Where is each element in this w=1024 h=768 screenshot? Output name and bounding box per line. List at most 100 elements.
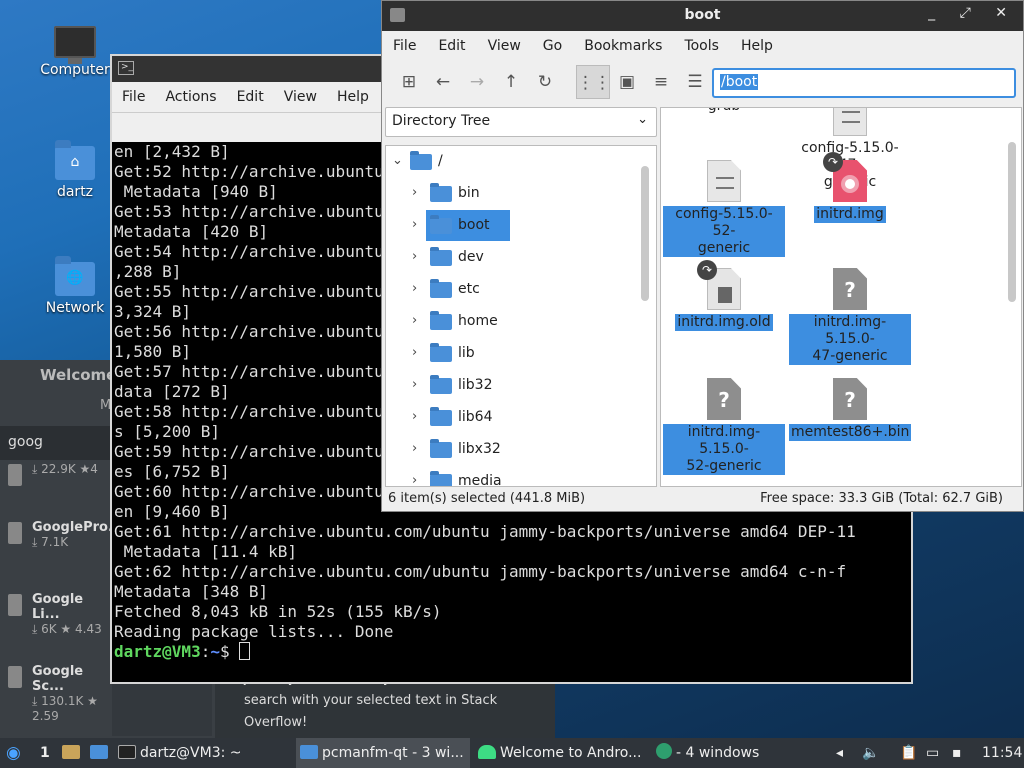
unknown-file-icon: ?	[707, 378, 741, 420]
reload-icon[interactable]: ↻	[528, 65, 562, 99]
volume-icon[interactable]: 🔈	[862, 738, 879, 768]
new-tab-icon[interactable]: ⊞	[392, 65, 426, 99]
list-item[interactable]: GooglePro... ⤓ 7.1K	[8, 520, 123, 550]
menu-view[interactable]: View	[477, 38, 532, 54]
file-manager-window[interactable]: boot _ ⤢ ✕ File Edit View Go Bookmarks T…	[381, 0, 1024, 512]
menu-view[interactable]: View	[274, 89, 327, 105]
chevron-right-icon[interactable]: ›	[412, 217, 417, 232]
package-icon	[8, 594, 22, 616]
tree-item[interactable]: › bin	[386, 178, 641, 210]
file-item[interactable]: ? initrd.img-5.15.0- 47-generic	[789, 268, 911, 365]
menu-help[interactable]: Help	[327, 89, 379, 105]
terminal-cursor	[239, 642, 251, 660]
tray-arrow-icon[interactable]: ◂	[836, 738, 843, 768]
menu-help[interactable]: Help	[730, 38, 784, 54]
path-input[interactable]: /boot	[712, 68, 1016, 98]
fm-titlebar[interactable]: boot _ ⤢ ✕	[382, 1, 1023, 31]
tree-item-label: dev	[458, 249, 484, 265]
menu-file[interactable]: File	[382, 38, 427, 54]
up-icon[interactable]: ↑	[494, 65, 528, 99]
menu-go[interactable]: Go	[532, 38, 573, 54]
update-icon[interactable]: ▪	[952, 738, 962, 768]
detailed-list-icon[interactable]: ☰	[678, 65, 712, 99]
folder-icon	[430, 343, 452, 362]
directory-tree[interactable]: ⌄ / › bin › boot › dev › etc › home › lib › lib32 › lib64…	[385, 145, 657, 487]
tree-item-label: etc	[458, 281, 480, 297]
list-item[interactable]: Google Sc... ⤓ 130.1K ★ 2.59	[8, 664, 112, 723]
desktop-icon-computer[interactable]: Computer	[35, 26, 115, 78]
welcome-title: Welcome	[40, 366, 117, 384]
file-manager-launcher-icon[interactable]	[62, 738, 84, 768]
tree-item[interactable]: ⌄ /	[386, 146, 641, 178]
package-icon	[8, 522, 22, 544]
list-item[interactable]: Google Li... ⤓ 6K ★ 4.43	[8, 592, 112, 637]
tree-item[interactable]: › boot	[386, 210, 641, 242]
side-pane-mode-select[interactable]: Directory Tree ⌄	[385, 107, 657, 137]
tree-item[interactable]: › media	[386, 466, 641, 486]
file-item[interactable]: ↷ initrd.img	[789, 152, 911, 223]
text-file-icon	[833, 108, 867, 136]
welcome-search-input[interactable]: goog	[0, 426, 112, 460]
clock[interactable]: 11:54	[982, 738, 1022, 768]
fm-title: boot	[684, 7, 721, 23]
chevron-right-icon[interactable]: ›	[412, 185, 417, 200]
fm-statusbar: 6 item(s) selected (441.8 MiB) Free spac…	[382, 487, 1023, 511]
desktop-icon-home[interactable]: ⌂ dartz	[35, 140, 115, 200]
icon-view-icon[interactable]: ⋮⋮	[576, 65, 611, 99]
task-terminal[interactable]: dartz@VM3: ~	[118, 738, 288, 768]
tree-item[interactable]: › home	[386, 306, 641, 338]
tree-item[interactable]: › lib	[386, 338, 641, 370]
tree-item-label: libx32	[458, 441, 501, 457]
desktop-icon-label: Network	[45, 300, 105, 316]
menu-file[interactable]: File	[112, 89, 155, 105]
workspace-switcher[interactable]: 1	[40, 738, 50, 768]
file-item[interactable]: ↷ initrd.img.old	[663, 260, 785, 331]
app-menu-icon[interactable]: ◉	[6, 738, 21, 768]
network-icon[interactable]: ▭	[926, 738, 939, 768]
clipboard-icon[interactable]: 📋	[900, 738, 917, 768]
forward-icon[interactable]: →	[460, 65, 494, 99]
tree-item[interactable]: › lib32	[386, 370, 641, 402]
back-icon[interactable]: ←	[426, 65, 460, 99]
chevron-right-icon[interactable]: ›	[412, 281, 417, 296]
tree-scrollbar[interactable]	[641, 166, 649, 301]
chevron-right-icon[interactable]: ›	[412, 249, 417, 264]
file-item[interactable]: ? initrd.img-5.15.0- 52-generic	[663, 378, 785, 475]
tree-item[interactable]: › libx32	[386, 434, 641, 466]
menu-tools[interactable]: Tools	[673, 38, 730, 54]
show-desktop-icon[interactable]	[90, 738, 112, 768]
window-controls[interactable]: _ ⤢ ✕	[928, 5, 1017, 21]
list-item[interactable]: ⤓ 22.9K ★4	[8, 462, 112, 486]
file-view[interactable]: grubconfig-5.15.0-47- genericconfig-5.15…	[660, 107, 1022, 487]
fm-toolbar: ⊞ ← → ↑ ↻ ⋮⋮ ▣ ≡ ☰	[392, 65, 712, 99]
task-welcome[interactable]: Welcome to Andro...	[478, 738, 648, 768]
chevron-right-icon[interactable]: ›	[412, 473, 417, 486]
chevron-right-icon[interactable]: ›	[412, 377, 417, 392]
chevron-right-icon[interactable]: ›	[412, 409, 417, 424]
chevron-right-icon[interactable]: ›	[412, 441, 417, 456]
tree-item[interactable]: › dev	[386, 242, 641, 274]
menu-edit[interactable]: Edit	[227, 89, 274, 105]
text-file-icon	[707, 160, 741, 202]
tree-item[interactable]: › lib64	[386, 402, 641, 434]
task-group[interactable]: - 4 windows	[656, 738, 816, 768]
folder-icon	[430, 439, 452, 458]
chevron-right-icon[interactable]: ›	[412, 313, 417, 328]
compact-view-icon[interactable]: ≡	[644, 65, 678, 99]
selection-status: 6 item(s) selected (441.8 MiB)	[388, 491, 586, 506]
tree-item[interactable]: › etc	[386, 274, 641, 306]
menu-bookmarks[interactable]: Bookmarks	[573, 38, 673, 54]
file-item[interactable]: grub	[663, 108, 785, 115]
file-item[interactable]: config-5.15.0-52- generic	[663, 160, 785, 257]
menu-edit[interactable]: Edit	[427, 38, 476, 54]
thumbnail-view-icon[interactable]: ▣	[610, 65, 644, 99]
folder-icon	[410, 151, 432, 170]
menu-actions[interactable]: Actions	[155, 89, 226, 105]
task-pcmanfm[interactable]: pcmanfm-qt - 3 wi...	[296, 738, 470, 768]
chevron-right-icon[interactable]: ›	[412, 345, 417, 360]
file-item[interactable]: ? memtest86+.bin	[789, 378, 912, 441]
files-scrollbar[interactable]	[1008, 142, 1016, 302]
desktop-icon-network[interactable]: 🌐 Network	[35, 256, 115, 316]
network-folder-icon: 🌐	[55, 256, 95, 296]
chevron-down-icon[interactable]: ⌄	[392, 153, 403, 168]
